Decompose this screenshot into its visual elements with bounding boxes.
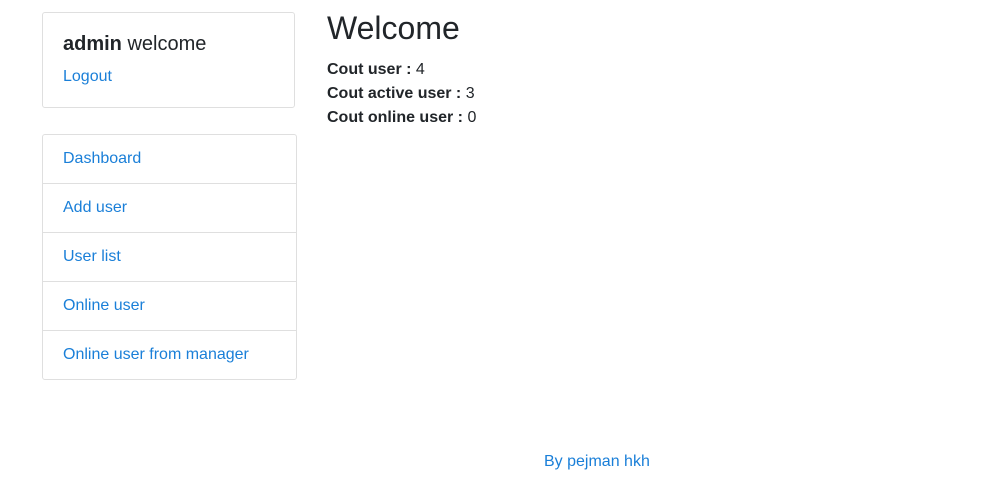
sidebar-item-dashboard[interactable]: Dashboard — [43, 135, 296, 184]
sidebar-item-online-user-from-manager[interactable]: Online user from manager — [43, 331, 296, 379]
footer-credit-link[interactable]: By pejman hkh — [544, 452, 650, 472]
stat-value: 4 — [415, 61, 425, 78]
stat-row-active-user-count: Cout active user : 3 — [327, 82, 476, 106]
stat-row-online-user-count: Cout online user : 0 — [327, 106, 476, 130]
stat-label: Cout user : — [327, 61, 412, 78]
user-greeting: admin welcome — [63, 32, 206, 56]
user-card: admin welcome Logout — [42, 12, 295, 108]
stat-value: 3 — [465, 85, 475, 102]
sidebar-item-online-user[interactable]: Online user — [43, 282, 296, 331]
stat-row-user-count: Cout user : 4 — [327, 58, 476, 82]
username: admin — [63, 33, 122, 55]
stat-value: 0 — [467, 109, 477, 126]
sidebar-nav: Dashboard Add user User list Online user… — [42, 134, 297, 380]
sidebar-item-add-user[interactable]: Add user — [43, 184, 296, 233]
stat-label: Cout online user : — [327, 109, 463, 126]
greeting-text: welcome — [127, 33, 207, 55]
stats-list: Cout user : 4 Cout active user : 3 Cout … — [327, 58, 476, 130]
stat-label: Cout active user : — [327, 85, 462, 102]
sidebar-item-user-list[interactable]: User list — [43, 233, 296, 282]
page-title: Welcome — [327, 10, 460, 46]
logout-link[interactable]: Logout — [63, 67, 112, 87]
